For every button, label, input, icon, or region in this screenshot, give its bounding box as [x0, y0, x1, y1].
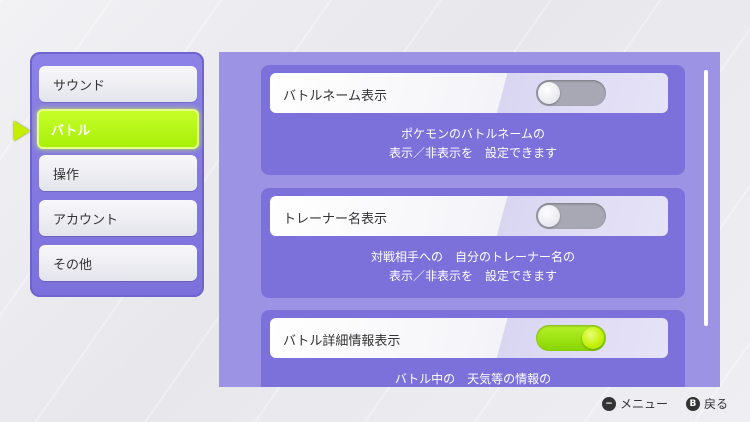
setting-row[interactable]: バトルネーム表示 — [270, 73, 668, 113]
battle-name-toggle[interactable] — [536, 80, 606, 106]
battle-settings-panel: バトルネーム表示 ポケモンのバトルネームの 表示／非表示を 設定できます トレー… — [219, 52, 720, 387]
description-line: 表示／非表示を 設定できます — [388, 146, 557, 160]
sidebar-item-label: 操作 — [53, 167, 80, 183]
toggle-knob — [538, 205, 560, 227]
setting-title: バトルネーム表示 — [283, 89, 388, 104]
sidebar-item-label: バトル — [51, 123, 91, 139]
selection-cursor-arrow-icon — [14, 121, 30, 141]
description-line: 表示／非表示を 設定できます — [388, 269, 557, 283]
toggle-knob — [538, 82, 560, 104]
settings-category-sidebar: サウンド バトル 操作 アカウント その他 — [30, 52, 204, 297]
setting-description: バトル中の 天気等の情報の — [261, 370, 685, 387]
setting-row[interactable]: バトル詳細情報表示 — [270, 318, 668, 358]
sidebar-item-label: サウンド — [53, 78, 106, 94]
toggle-knob — [582, 327, 604, 349]
trainer-name-toggle[interactable] — [536, 203, 606, 229]
setting-description: ポケモンのバトルネームの 表示／非表示を 設定できます — [261, 125, 685, 163]
settings-scrollbar[interactable] — [704, 70, 708, 326]
sidebar-item-battle[interactable]: バトル — [37, 109, 199, 149]
setting-title: トレーナー名表示 — [283, 212, 388, 227]
minus-button-icon: − — [601, 396, 616, 411]
back-hint-label[interactable]: 戻る — [704, 395, 728, 412]
setting-description: 対戦相手への 自分のトレーナー名の 表示／非表示を 設定できます — [261, 248, 685, 286]
setting-title: バトル詳細情報表示 — [283, 334, 401, 349]
sidebar-item-label: その他 — [53, 257, 93, 273]
sidebar-item-label: アカウント — [53, 212, 119, 228]
setting-battle-detail-display: バトル詳細情報表示 バトル中の 天気等の情報の — [261, 310, 685, 387]
description-line: 対戦相手への 自分のトレーナー名の — [370, 250, 575, 264]
setting-battle-name-display: バトルネーム表示 ポケモンのバトルネームの 表示／非表示を 設定できます — [261, 65, 685, 175]
sidebar-item-account[interactable]: アカウント — [39, 200, 197, 236]
description-line: ポケモンのバトルネームの — [400, 127, 545, 141]
sidebar-item-sound[interactable]: サウンド — [39, 66, 197, 102]
setting-trainer-name-display: トレーナー名表示 対戦相手への 自分のトレーナー名の 表示／非表示を 設定できま… — [261, 188, 685, 298]
description-line: バトル中の 天気等の情報の — [394, 372, 552, 386]
setting-row[interactable]: トレーナー名表示 — [270, 196, 668, 236]
battle-detail-toggle[interactable] — [536, 325, 606, 351]
sidebar-item-controls[interactable]: 操作 — [39, 155, 197, 191]
menu-hint-label[interactable]: メニュー — [620, 395, 668, 412]
sidebar-item-other[interactable]: その他 — [39, 245, 197, 281]
button-hints: − メニュー B 戻る — [601, 395, 728, 412]
b-button-icon: B — [685, 396, 700, 411]
